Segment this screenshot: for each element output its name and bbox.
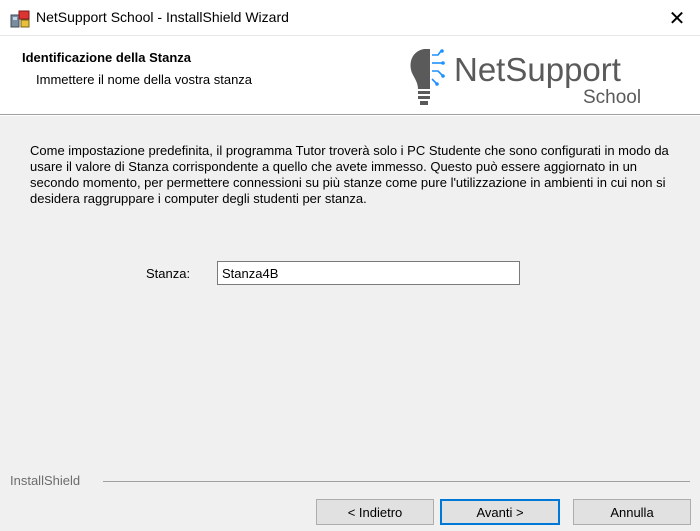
wizard-banner: Identificazione della Stanza Immettere i…: [0, 37, 700, 115]
logo-sub-text: School: [583, 87, 641, 108]
back-button[interactable]: < Indietro: [316, 499, 434, 525]
wizard-footer: InstallShield < Indietro Avanti > Annull…: [0, 461, 700, 531]
next-button[interactable]: Avanti >: [440, 499, 560, 525]
room-label: Stanza:: [146, 266, 191, 281]
wizard-content: Come impostazione predefinita, il progra…: [0, 116, 700, 461]
cancel-button[interactable]: Annulla: [573, 499, 691, 525]
description-text: Come impostazione predefinita, il progra…: [30, 143, 669, 206]
close-icon[interactable]: ✕: [654, 0, 700, 36]
installshield-label: InstallShield: [10, 473, 81, 488]
page-heading: Identificazione della Stanza: [22, 50, 192, 65]
room-input[interactable]: [217, 261, 520, 285]
logo-main-text: NetSupport: [454, 51, 621, 88]
netsupport-school-logo: NetSupport School: [410, 49, 641, 108]
page-subheading: Immettere il nome della vostra stanza: [36, 72, 253, 87]
footer-divider: [103, 481, 690, 482]
installer-icon: [10, 10, 30, 28]
title-bar: NetSupport School - InstallShield Wizard…: [0, 0, 700, 36]
window-title: NetSupport School - InstallShield Wizard: [36, 9, 289, 25]
